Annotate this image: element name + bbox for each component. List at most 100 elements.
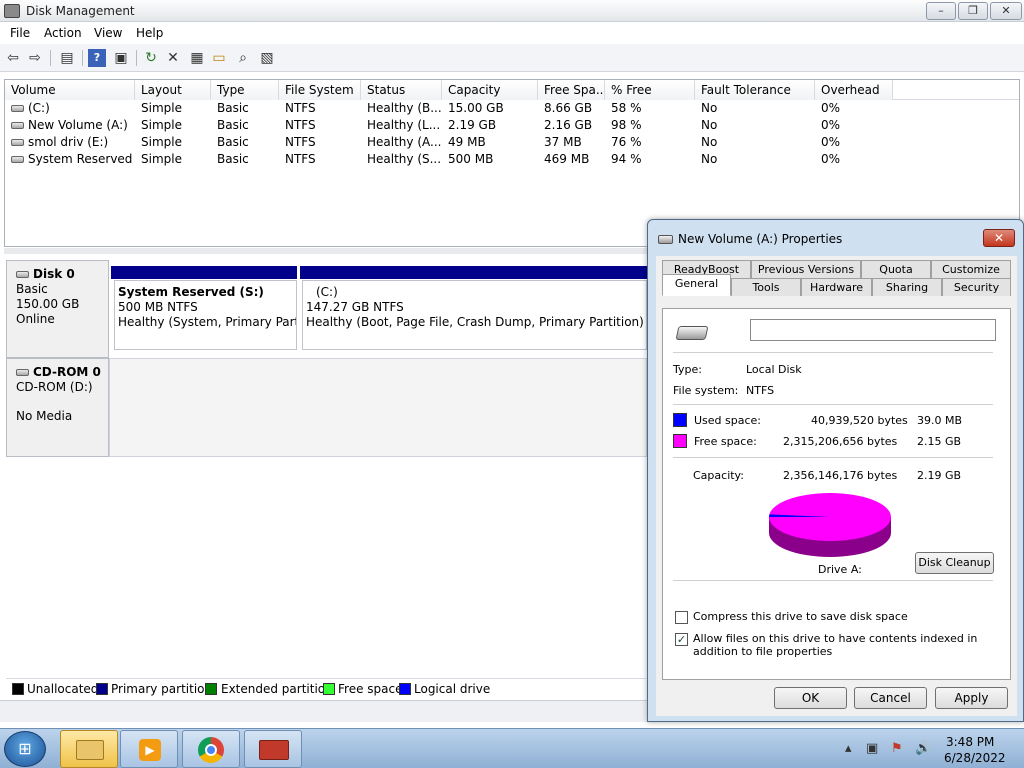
column-header-type[interactable]: Type: [211, 80, 279, 100]
table-cell: 98 %: [611, 118, 642, 132]
menu-file[interactable]: File: [10, 26, 30, 40]
tab-sharing[interactable]: Sharing: [872, 278, 942, 296]
cdrom-0-name: CD-ROM 0: [33, 365, 101, 379]
cancel-button[interactable]: Cancel: [854, 687, 927, 709]
console-icon[interactable]: ▣: [112, 49, 130, 67]
show-hidden-icons-icon[interactable]: ▴: [845, 741, 852, 756]
free-space-label: Free space:: [694, 435, 757, 448]
table-cell: 37 MB: [544, 135, 582, 149]
table-cell: Basic: [217, 101, 249, 115]
apply-button[interactable]: Apply: [935, 687, 1008, 709]
column-header-status[interactable]: Status: [361, 80, 442, 100]
column-header-free-space[interactable]: Free Spa...: [538, 80, 605, 100]
legend: Unallocated Primary partition Extended p…: [6, 678, 646, 698]
tab-hardware[interactable]: Hardware: [801, 278, 872, 296]
index-label[interactable]: Allow files on this drive to have conten…: [693, 632, 998, 658]
volume-label-input[interactable]: [750, 319, 996, 341]
table-cell: NTFS: [285, 118, 316, 132]
close-button[interactable]: ✕: [990, 2, 1022, 20]
open-icon[interactable]: ▭: [210, 49, 228, 67]
menu-view[interactable]: View: [94, 26, 122, 40]
table-cell: 0%: [821, 118, 841, 132]
menu-help[interactable]: Help: [136, 26, 163, 40]
table-cell: (C:): [11, 100, 135, 117]
table-row[interactable]: (C:) Simple Basic NTFS Healthy (B... 15.00 GB…: [5, 100, 1019, 117]
start-button[interactable]: ⊞: [4, 731, 46, 767]
index-checkbox[interactable]: ✓: [675, 633, 688, 646]
disk-cleanup-button[interactable]: Disk Cleanup: [915, 552, 994, 574]
tab-customize[interactable]: Customize: [931, 260, 1011, 278]
search-icon[interactable]: ⌕: [234, 49, 252, 67]
table-row[interactable]: New Volume (A:) Simple Basic NTFS Healthy (L…: [5, 117, 1019, 134]
type-label: Type:: [673, 363, 702, 376]
properties-dialog: New Volume (A:) Properties ✕ ReadyBoost …: [647, 219, 1024, 722]
media-player-taskbar-button[interactable]: ▶: [120, 730, 178, 768]
drive-icon: [11, 105, 24, 112]
minimize-button[interactable]: –: [926, 2, 956, 20]
disk-0-size: 150.00 GB: [16, 297, 80, 311]
table-cell: smol driv (E:): [11, 134, 135, 151]
cdrom-0-area[interactable]: [109, 358, 647, 457]
explorer-icon: [76, 740, 104, 760]
action-center-icon[interactable]: ⚑: [891, 741, 903, 756]
dialog-close-button[interactable]: ✕: [983, 229, 1015, 247]
partition-title: (C:): [316, 285, 338, 299]
table-cell: New Volume (A:): [11, 117, 135, 134]
ok-button[interactable]: OK: [774, 687, 847, 709]
disk-0-header[interactable]: Disk 0 Basic 150.00 GB Online: [6, 260, 109, 358]
tab-quota[interactable]: Quota: [861, 260, 931, 278]
table-row[interactable]: System Reserved (... Simple Basic NTFS Healt…: [5, 151, 1019, 168]
column-header-fault-tolerance[interactable]: Fault Tolerance: [695, 80, 815, 100]
partition-c[interactable]: (C:) 147.27 GB NTFS Healthy (Boot, Page …: [302, 280, 647, 350]
column-header-percent-free[interactable]: % Free: [605, 80, 695, 100]
tab-security[interactable]: Security: [942, 278, 1011, 296]
forward-icon[interactable]: ⇨: [26, 49, 44, 67]
compress-label[interactable]: Compress this drive to save disk space: [693, 610, 908, 623]
tab-previous-versions[interactable]: Previous Versions: [751, 260, 861, 278]
divider: [673, 352, 993, 353]
table-cell: 500 MB: [448, 152, 494, 166]
refresh-icon[interactable]: ↻: [142, 49, 160, 67]
table-cell: NTFS: [285, 135, 316, 149]
legend-unallocated: Unallocated: [27, 682, 99, 696]
clock-time[interactable]: 3:48 PM: [946, 735, 994, 749]
partition-size: 500 MB NTFS: [118, 300, 198, 314]
column-header-volume[interactable]: Volume: [5, 80, 135, 100]
pane-splitter[interactable]: [4, 248, 647, 254]
explorer-taskbar-button[interactable]: [60, 730, 118, 768]
tab-general[interactable]: General: [662, 274, 731, 296]
table-cell: Simple: [141, 118, 182, 132]
properties-icon[interactable]: ▦: [188, 49, 206, 67]
back-icon[interactable]: ⇦: [4, 49, 22, 67]
column-header-overhead[interactable]: Overhead: [815, 80, 893, 100]
properties-list-icon[interactable]: ▤: [58, 49, 76, 67]
help-icon[interactable]: ?: [88, 49, 106, 67]
tab-tools[interactable]: Tools: [731, 278, 801, 296]
disk-0-status: Online: [16, 312, 55, 326]
settings-icon[interactable]: ▧: [258, 49, 276, 67]
menu-action[interactable]: Action: [44, 26, 82, 40]
chrome-taskbar-button[interactable]: [182, 730, 240, 768]
volume-icon[interactable]: 🔊: [915, 741, 931, 756]
table-cell: No: [701, 118, 718, 132]
partition-system-reserved[interactable]: System Reserved (S:) 500 MB NTFS Healthy…: [114, 280, 297, 350]
network-icon[interactable]: ▣: [866, 741, 878, 756]
column-header-file-system[interactable]: File System: [279, 80, 361, 100]
clock-date[interactable]: 6/28/2022: [944, 751, 1006, 765]
volume-name: New Volume (A:): [28, 118, 128, 132]
disk-0-type: Basic: [16, 282, 48, 296]
delete-icon[interactable]: ✕: [164, 49, 182, 67]
legend-free: Free space: [338, 682, 403, 696]
column-header-capacity[interactable]: Capacity: [442, 80, 538, 100]
toolbar: ⇦ ⇨ ▤ ? ▣ ↻ ✕ ▦ ▭ ⌕ ▧: [0, 44, 1024, 72]
column-header-layout[interactable]: Layout: [135, 80, 211, 100]
maximize-button[interactable]: ❐: [958, 2, 988, 20]
table-cell: 0%: [821, 101, 841, 115]
compress-checkbox[interactable]: [675, 611, 688, 624]
cdrom-0-header[interactable]: CD-ROM 0 CD-ROM (D:) No Media: [6, 358, 109, 457]
toolbox-taskbar-button[interactable]: [244, 730, 302, 768]
toolbar-separator: [82, 50, 83, 66]
table-row[interactable]: smol driv (E:) Simple Basic NTFS Healthy (A.…: [5, 134, 1019, 151]
table-cell: Basic: [217, 152, 249, 166]
legend-extended: Extended partition: [221, 682, 333, 696]
